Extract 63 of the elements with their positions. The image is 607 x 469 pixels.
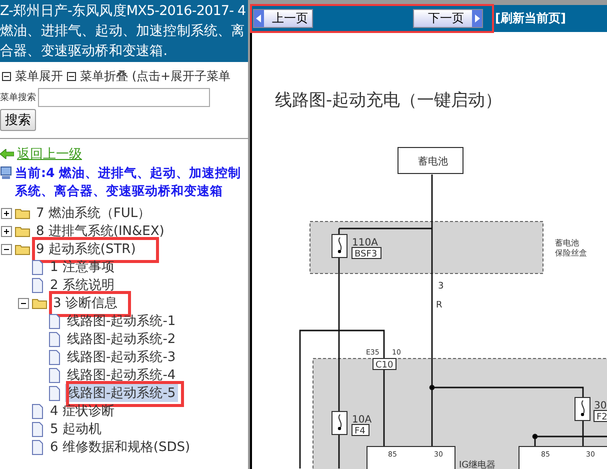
collapse-toggle-icon[interactable] [1,244,12,254]
battery-box [398,147,464,174]
next-page-button[interactable]: 下一页 [413,9,483,28]
collapse-menu-link[interactable]: 菜单折叠 (点击+展开子菜单 [80,68,231,85]
tree-item[interactable]: 7 燃油系统（FUL） [34,204,153,222]
fuse-box-label: 蓄电池保险丝盒 [555,238,587,258]
fuse-rating: 30 [594,400,607,412]
document-icon [31,404,44,418]
tree-item[interactable]: 9 起动系统(STR) [34,240,138,258]
computer-icon [0,166,12,180]
tree-item[interactable]: 5 起动机 [48,420,104,438]
previous-page-button[interactable]: 上一页 [253,9,313,28]
tree-item[interactable]: 线路图-起动系统-3 [65,348,178,366]
document-icon [48,314,61,328]
code-label: F4 [352,424,370,436]
tree-item[interactable]: 4 症状诊断 [48,402,116,420]
wire-number: 3 [438,282,444,292]
document-icon [31,278,44,292]
current-section: 当前:4 燃油、进排气、起动、加速控制系统、离合器、变速驱动桥和变速箱 [15,164,248,200]
back-arrow-icon [0,149,14,159]
document-icon [48,368,61,382]
document-icon [31,260,44,274]
code-label: BSF3 [352,247,382,260]
document-icon [48,350,61,364]
folder-icon [15,243,30,255]
manual-title: Z-郑州日产-东风风度MX5-2016-2017- 4 燃油、进排气、起动、加速控制系统、离合器、变速驱动桥和变速箱. [0,0,248,62]
tree-item[interactable]: 线路图-起动系统-4 [65,366,178,384]
fuse-symbol [574,397,590,421]
diagram-title: 线路图-起动充电（一键启动） [275,90,502,110]
fuse-symbol [332,411,348,435]
fuse-rating: 110A [352,238,378,248]
tree-item[interactable]: 3 诊断信息 [51,294,120,312]
search-label: 菜单搜索 [0,92,36,104]
fuse-symbol [332,234,348,258]
document-icon [31,422,44,436]
battery-label: 蓄电池 [418,156,448,168]
tree-item[interactable]: 2 系统说明 [48,276,116,294]
search-field[interactable] [38,88,210,107]
collapse-icon [67,72,76,81]
code-label: C10 [372,358,396,370]
document-icon [31,440,44,454]
expand-toggle-icon[interactable] [1,208,12,218]
wire-code: R [436,300,442,310]
search-button[interactable]: 搜索 [0,109,36,131]
document-icon [48,332,61,346]
folder-icon [15,225,30,237]
collapse-toggle-icon[interactable] [18,298,29,308]
folder-icon [32,297,47,309]
folder-icon [15,207,30,219]
fuse-rating: 10A [352,414,372,426]
code-label: F2 [594,410,607,422]
tree-item[interactable]: 8 进排气系统(IN&EX) [34,222,166,240]
expand-menu-link[interactable]: 菜单展开 [15,68,63,85]
collapse-icon [2,72,11,81]
refresh-link[interactable]: [刷新当前页] [495,10,566,27]
expand-toggle-icon[interactable] [1,226,12,236]
tree-item[interactable]: 1 注意事项 [48,258,116,276]
document-icon [48,386,61,400]
tree-item[interactable]: 线路图-起动系统-1 [65,312,178,330]
tree-item[interactable]: 线路图-起动系统-2 [65,330,178,348]
tree-item[interactable]: 6 维修数据和规格(SDS) [48,438,192,456]
relay-label: IG继电器 [459,460,496,469]
back-link[interactable]: 返回上一级 [17,145,82,163]
